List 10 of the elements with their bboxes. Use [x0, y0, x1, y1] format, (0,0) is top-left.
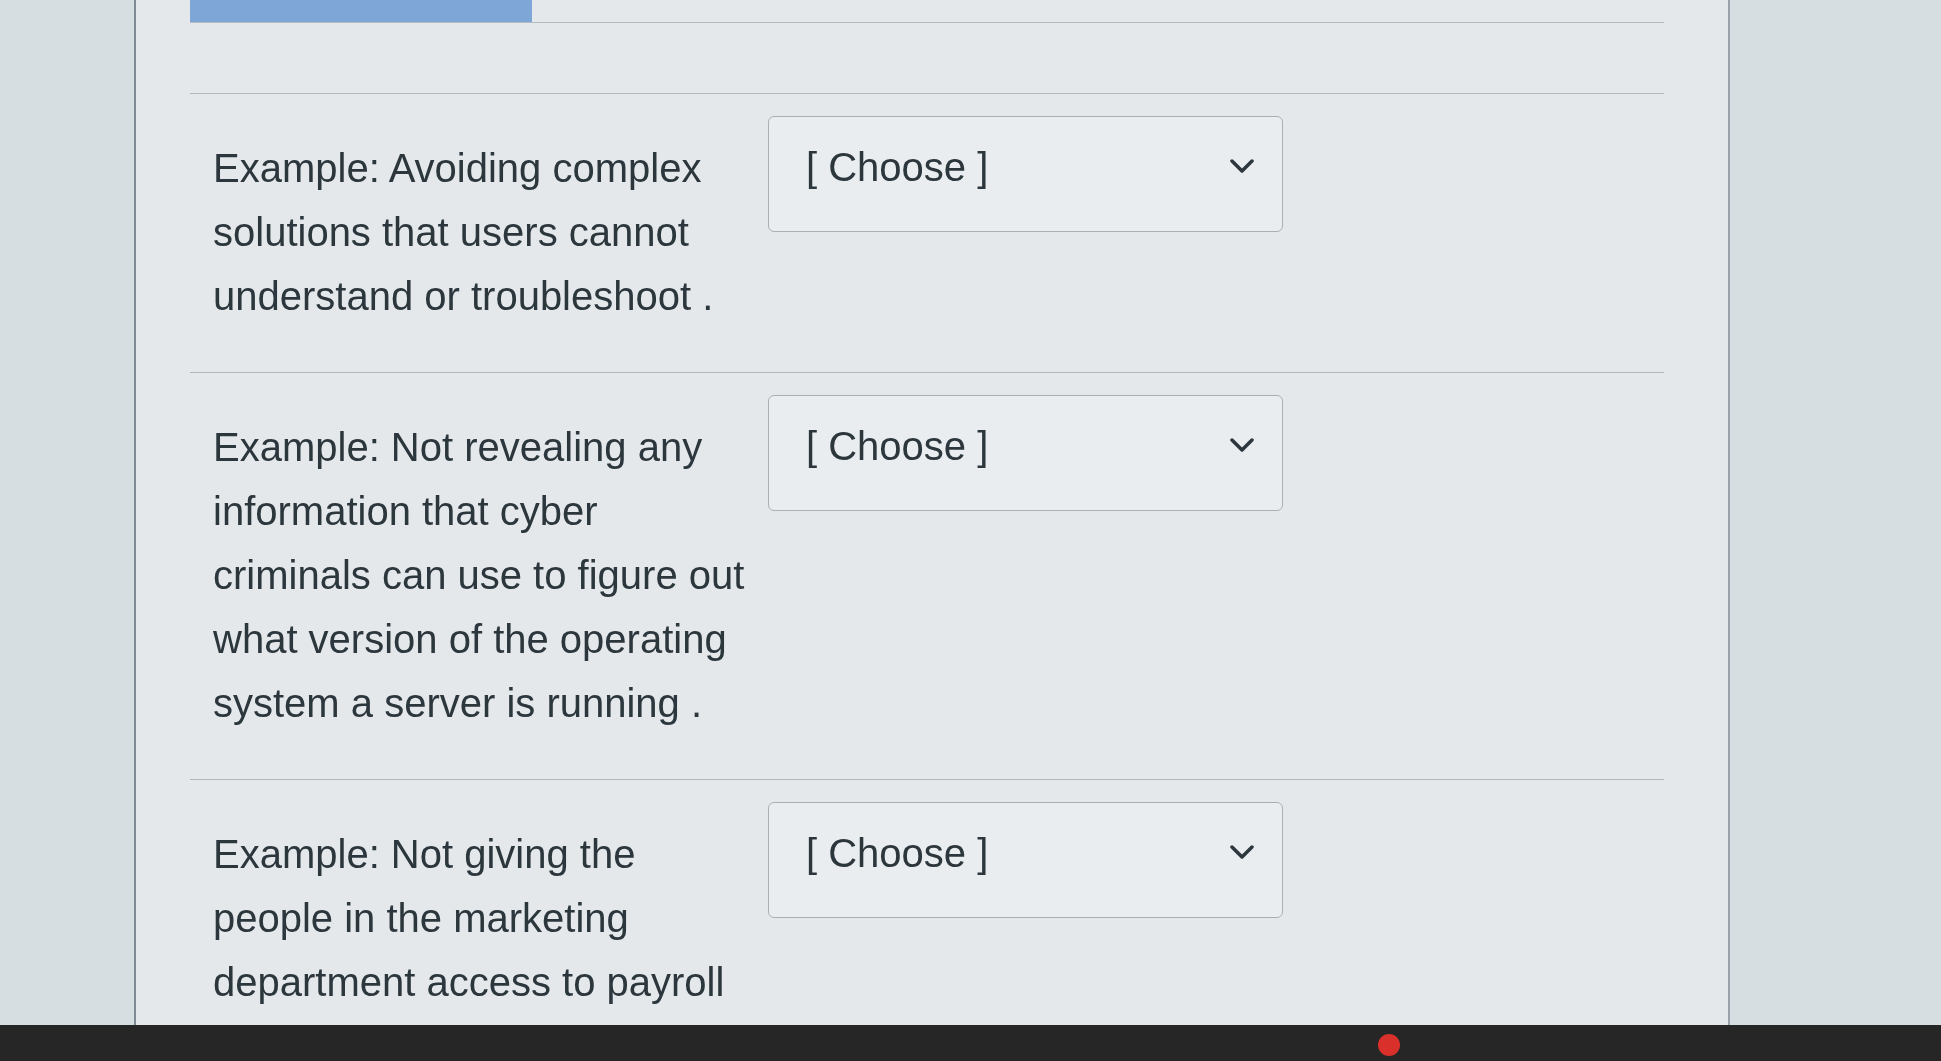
answer-dropdown[interactable]: [ Choose ]	[768, 395, 1283, 511]
question-text: Example: Not revealing any information that cyber criminals can use to figure out what version of the operating system a server is running .	[213, 424, 746, 727]
answer-dropdown[interactable]: [ Choose ]	[768, 116, 1283, 232]
question-text: Example: Avoiding complex solutions that users cannot understand or troubleshoot .	[213, 145, 715, 320]
question-text: Example: Not giving the people in the marketing department access to payroll	[213, 831, 726, 1006]
app-icon[interactable]	[1378, 1034, 1400, 1056]
chevron-down-icon	[1230, 845, 1254, 859]
chevron-down-icon	[1230, 438, 1254, 452]
answer-dropdown[interactable]: [ Choose ]	[768, 802, 1283, 918]
chevron-down-icon	[1230, 159, 1254, 173]
